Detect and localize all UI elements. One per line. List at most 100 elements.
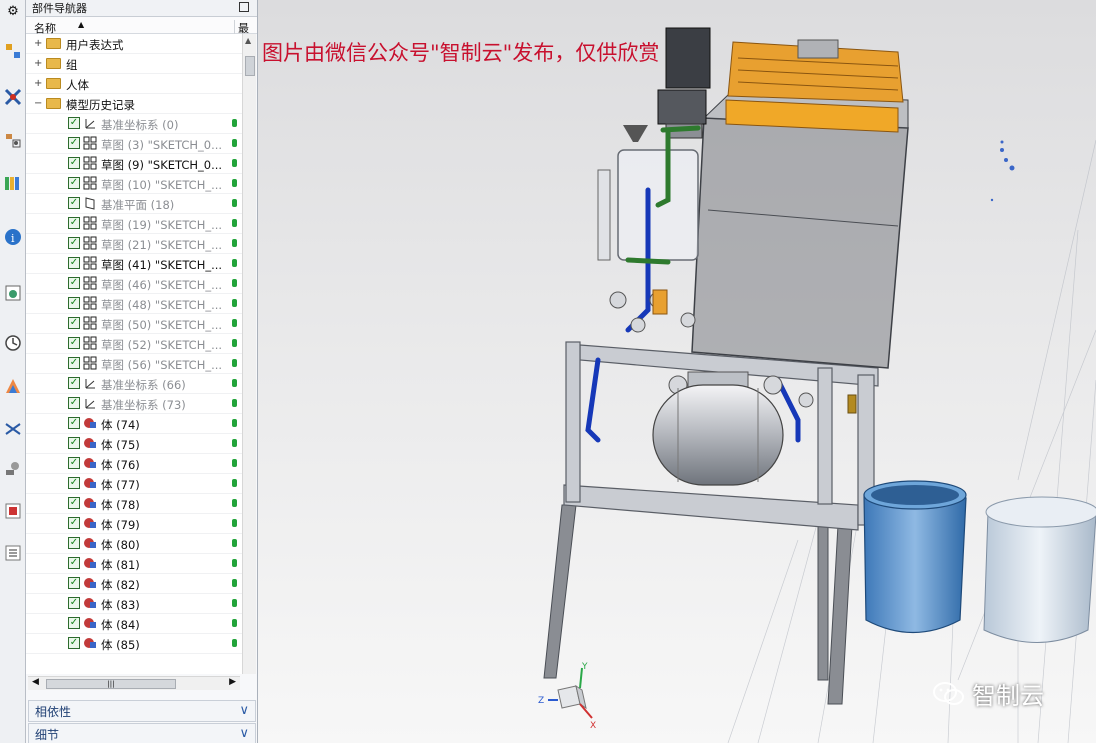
part-navigator-icon[interactable]: [2, 130, 24, 152]
visibility-checkbox[interactable]: ✓: [68, 217, 80, 229]
visibility-checkbox[interactable]: ✓: [68, 117, 80, 129]
assembly-navigator-icon[interactable]: [2, 40, 24, 62]
up-to-date-icon: [232, 639, 237, 647]
history-feature-row[interactable]: ✓ 基准坐标系 (73): [26, 394, 242, 414]
history-feature-row[interactable]: ✓ 草图 (41) "SKETCH_...: [26, 254, 242, 274]
history-feature-row[interactable]: ✓ 草图 (21) "SKETCH_...: [26, 234, 242, 254]
chevron-down-icon[interactable]: ∨: [239, 703, 249, 718]
visibility-checkbox[interactable]: ✓: [68, 537, 80, 549]
visibility-checkbox[interactable]: ✓: [68, 297, 80, 309]
visibility-checkbox[interactable]: ✓: [68, 177, 80, 189]
history-feature-row[interactable]: ✓ 体 (82): [26, 574, 242, 594]
visibility-checkbox[interactable]: ✓: [68, 197, 80, 209]
visibility-checkbox[interactable]: ✓: [68, 437, 80, 449]
feature-label: 体 (76): [101, 458, 140, 472]
visibility-checkbox[interactable]: ✓: [68, 257, 80, 269]
properties-icon[interactable]: [2, 542, 24, 564]
expand-toggle-icon[interactable]: +: [34, 58, 42, 69]
history-feature-row[interactable]: ✓ 体 (74): [26, 414, 242, 434]
graphics-window[interactable]: 图片由微信公众号"智制云"发布，仅供欣赏 Y X Z: [258, 0, 1096, 743]
history-feature-row[interactable]: ✓ 草图 (9) "SKETCH_0...: [26, 154, 242, 174]
history-feature-row[interactable]: ✓ 草图 (46) "SKETCH_...: [26, 274, 242, 294]
expand-toggle-icon[interactable]: +: [34, 38, 42, 49]
reuse-library-icon[interactable]: [2, 172, 24, 194]
web-browser-icon[interactable]: [2, 282, 24, 304]
horizontal-scrollbar[interactable]: ◀ ||| ▶: [28, 676, 240, 690]
visibility-checkbox[interactable]: ✓: [68, 377, 80, 389]
visibility-checkbox[interactable]: ✓: [68, 517, 80, 529]
history-feature-row[interactable]: ✓ 草图 (52) "SKETCH_...: [26, 334, 242, 354]
process-studio-icon[interactable]: [2, 418, 24, 440]
scroll-thumb-horizontal[interactable]: |||: [46, 679, 176, 689]
visibility-checkbox[interactable]: ✓: [68, 357, 80, 369]
manufacturing-wizard-icon[interactable]: [2, 458, 24, 480]
visibility-checkbox[interactable]: ✓: [68, 277, 80, 289]
history-feature-row[interactable]: ✓ 体 (75): [26, 434, 242, 454]
history-feature-row[interactable]: ✓ 体 (81): [26, 554, 242, 574]
history-feature-row[interactable]: ✓ 草图 (50) "SKETCH_...: [26, 314, 242, 334]
history-feature-row[interactable]: ✓ 体 (77): [26, 474, 242, 494]
visibility-checkbox[interactable]: ✓: [68, 617, 80, 629]
visibility-checkbox[interactable]: ✓: [68, 317, 80, 329]
visibility-checkbox[interactable]: ✓: [68, 457, 80, 469]
history-feature-row[interactable]: ✓ 基准平面 (18): [26, 194, 242, 214]
maximize-icon[interactable]: [239, 2, 249, 12]
visibility-checkbox[interactable]: ✓: [68, 337, 80, 349]
history-feature-row[interactable]: ✓ 体 (83): [26, 594, 242, 614]
history-feature-row[interactable]: ✓ 草图 (3) "SKETCH_0...: [26, 134, 242, 154]
visibility-checkbox[interactable]: ✓: [68, 157, 80, 169]
vertical-scrollbar[interactable]: ▲: [242, 34, 256, 674]
visibility-checkbox[interactable]: ✓: [68, 577, 80, 589]
tree-node[interactable]: + 组: [26, 54, 242, 74]
history-feature-row[interactable]: ✓ 体 (84): [26, 614, 242, 634]
dependencies-section[interactable]: 相依性 ∨: [28, 700, 256, 722]
constraint-navigator-icon[interactable]: [2, 86, 24, 108]
roles-icon[interactable]: [2, 500, 24, 522]
scroll-right-icon[interactable]: ▶: [229, 677, 236, 687]
tree-node[interactable]: − 模型历史记录: [26, 94, 242, 114]
feature-label: 体 (85): [101, 638, 140, 652]
chevron-down-icon[interactable]: ∨: [239, 726, 249, 741]
feature-label: 体 (84): [101, 618, 140, 632]
view-triad[interactable]: Y X Z: [536, 660, 616, 730]
visibility-checkbox[interactable]: ✓: [68, 397, 80, 409]
model-viewport[interactable]: [258, 0, 1096, 743]
visibility-checkbox[interactable]: ✓: [68, 497, 80, 509]
visibility-checkbox[interactable]: ✓: [68, 477, 80, 489]
visibility-checkbox[interactable]: ✓: [68, 237, 80, 249]
visibility-checkbox[interactable]: ✓: [68, 637, 80, 649]
visibility-checkbox[interactable]: ✓: [68, 597, 80, 609]
tree-node[interactable]: + 用户表达式: [26, 34, 242, 54]
expand-toggle-icon[interactable]: −: [34, 98, 42, 109]
navigator-column-header: 名称 ▲ 最新: [26, 17, 257, 52]
scroll-left-icon[interactable]: ◀: [32, 677, 39, 687]
history-feature-row[interactable]: ✓ 草图 (19) "SKETCH_...: [26, 214, 242, 234]
history-feature-row[interactable]: ✓ 体 (80): [26, 534, 242, 554]
scroll-up-icon[interactable]: ▲: [245, 36, 251, 45]
history-feature-row[interactable]: ✓ 体 (85): [26, 634, 242, 654]
sort-ascending-icon: ▲: [78, 20, 85, 29]
wechat-icon: [933, 681, 964, 705]
gear-icon[interactable]: ⚙: [2, 0, 24, 22]
expand-toggle-icon[interactable]: +: [34, 78, 42, 89]
history-feature-row[interactable]: ✓ 草图 (48) "SKETCH_...: [26, 294, 242, 314]
info-icon[interactable]: i: [2, 226, 24, 248]
details-section[interactable]: 细节 ∨: [28, 723, 256, 743]
history-feature-row[interactable]: ✓ 草图 (10) "SKETCH_...: [26, 174, 242, 194]
navigator-tree[interactable]: + 用户表达式 + 组 + 人体 − 模型历史记录 ✓ 基准坐标系 (0) ✓ 草图 (3) "SKE…: [26, 34, 242, 674]
tree-node[interactable]: + 人体: [26, 74, 242, 94]
history-feature-row[interactable]: ✓ 草图 (56) "SKETCH_...: [26, 354, 242, 374]
system-materials-icon[interactable]: [2, 375, 24, 397]
scroll-thumb[interactable]: [245, 56, 255, 76]
history-feature-row[interactable]: ✓ 体 (79): [26, 514, 242, 534]
history-feature-row[interactable]: ✓ 基准坐标系 (0): [26, 114, 242, 134]
history-icon[interactable]: [2, 332, 24, 354]
feature-label: 草图 (3) "SKETCH_0...: [101, 138, 223, 152]
visibility-checkbox[interactable]: ✓: [68, 137, 80, 149]
history-feature-row[interactable]: ✓ 基准坐标系 (66): [26, 374, 242, 394]
visibility-checkbox[interactable]: ✓: [68, 557, 80, 569]
history-feature-row[interactable]: ✓ 体 (78): [26, 494, 242, 514]
history-feature-row[interactable]: ✓ 体 (76): [26, 454, 242, 474]
brand-text: 智制云: [972, 682, 1044, 710]
visibility-checkbox[interactable]: ✓: [68, 417, 80, 429]
